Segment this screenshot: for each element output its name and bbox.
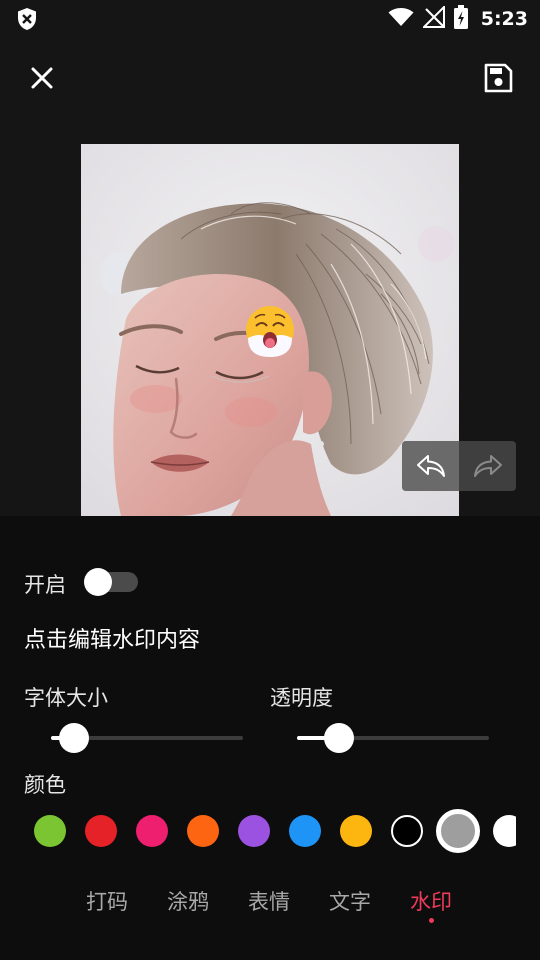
status-icons: 5:23 [388, 4, 528, 33]
font-size-slider[interactable] [51, 723, 243, 753]
redo-icon [473, 455, 502, 477]
no-signal-icon [421, 4, 445, 32]
battery-charging-icon [453, 5, 468, 33]
color-swatch[interactable] [340, 815, 372, 847]
edit-watermark-content[interactable]: 点击编辑水印内容 [24, 622, 200, 654]
close-icon [31, 67, 53, 89]
font-size-label: 字体大小 [24, 686, 108, 710]
toggle-knob [84, 568, 112, 596]
save-button[interactable] [480, 60, 516, 96]
tab-watermark[interactable]: 水印 [410, 886, 452, 916]
tool-tabs: 打码 涂鸦 表情 文字 水印 [0, 880, 540, 930]
redo-button[interactable] [459, 441, 516, 491]
status-bar: 5:23 [0, 0, 540, 38]
color-swatch[interactable] [436, 809, 480, 853]
opacity-label: 透明度 [270, 686, 333, 710]
color-label: 颜色 [24, 773, 66, 797]
color-swatch[interactable] [289, 815, 321, 847]
shield-icon [16, 7, 38, 35]
color-swatches [24, 806, 516, 856]
tab-sticker[interactable]: 表情 [248, 886, 290, 916]
active-tab-indicator [429, 918, 434, 923]
undo-button[interactable] [402, 441, 459, 491]
tab-mosaic[interactable]: 打码 [86, 886, 128, 916]
slider-thumb[interactable] [59, 723, 89, 753]
color-swatch[interactable] [493, 815, 516, 847]
close-button[interactable] [24, 60, 60, 96]
status-time: 5:23 [480, 8, 528, 30]
tab-doodle[interactable]: 涂鸦 [167, 886, 209, 916]
watermark-editor-screen: 5:23 开启 点击编辑水印内容 字体大小 透明度 颜色 打码 涂鸦 表情 文字… [0, 0, 540, 960]
tab-text[interactable]: 文字 [329, 886, 371, 916]
wifi-icon [388, 7, 414, 31]
color-swatch[interactable] [187, 815, 219, 847]
color-swatch[interactable] [391, 815, 423, 847]
emoji-sticker[interactable] [246, 306, 294, 357]
undo-redo-controls [402, 441, 516, 491]
color-swatch[interactable] [34, 815, 66, 847]
slider-thumb[interactable] [324, 723, 354, 753]
color-swatch[interactable] [238, 815, 270, 847]
opacity-slider[interactable] [297, 723, 489, 753]
undo-icon [416, 455, 445, 477]
color-swatch[interactable] [136, 815, 168, 847]
enable-label: 开启 [24, 573, 66, 597]
enable-toggle[interactable] [84, 568, 138, 596]
color-swatch[interactable] [85, 815, 117, 847]
save-icon [484, 63, 513, 93]
